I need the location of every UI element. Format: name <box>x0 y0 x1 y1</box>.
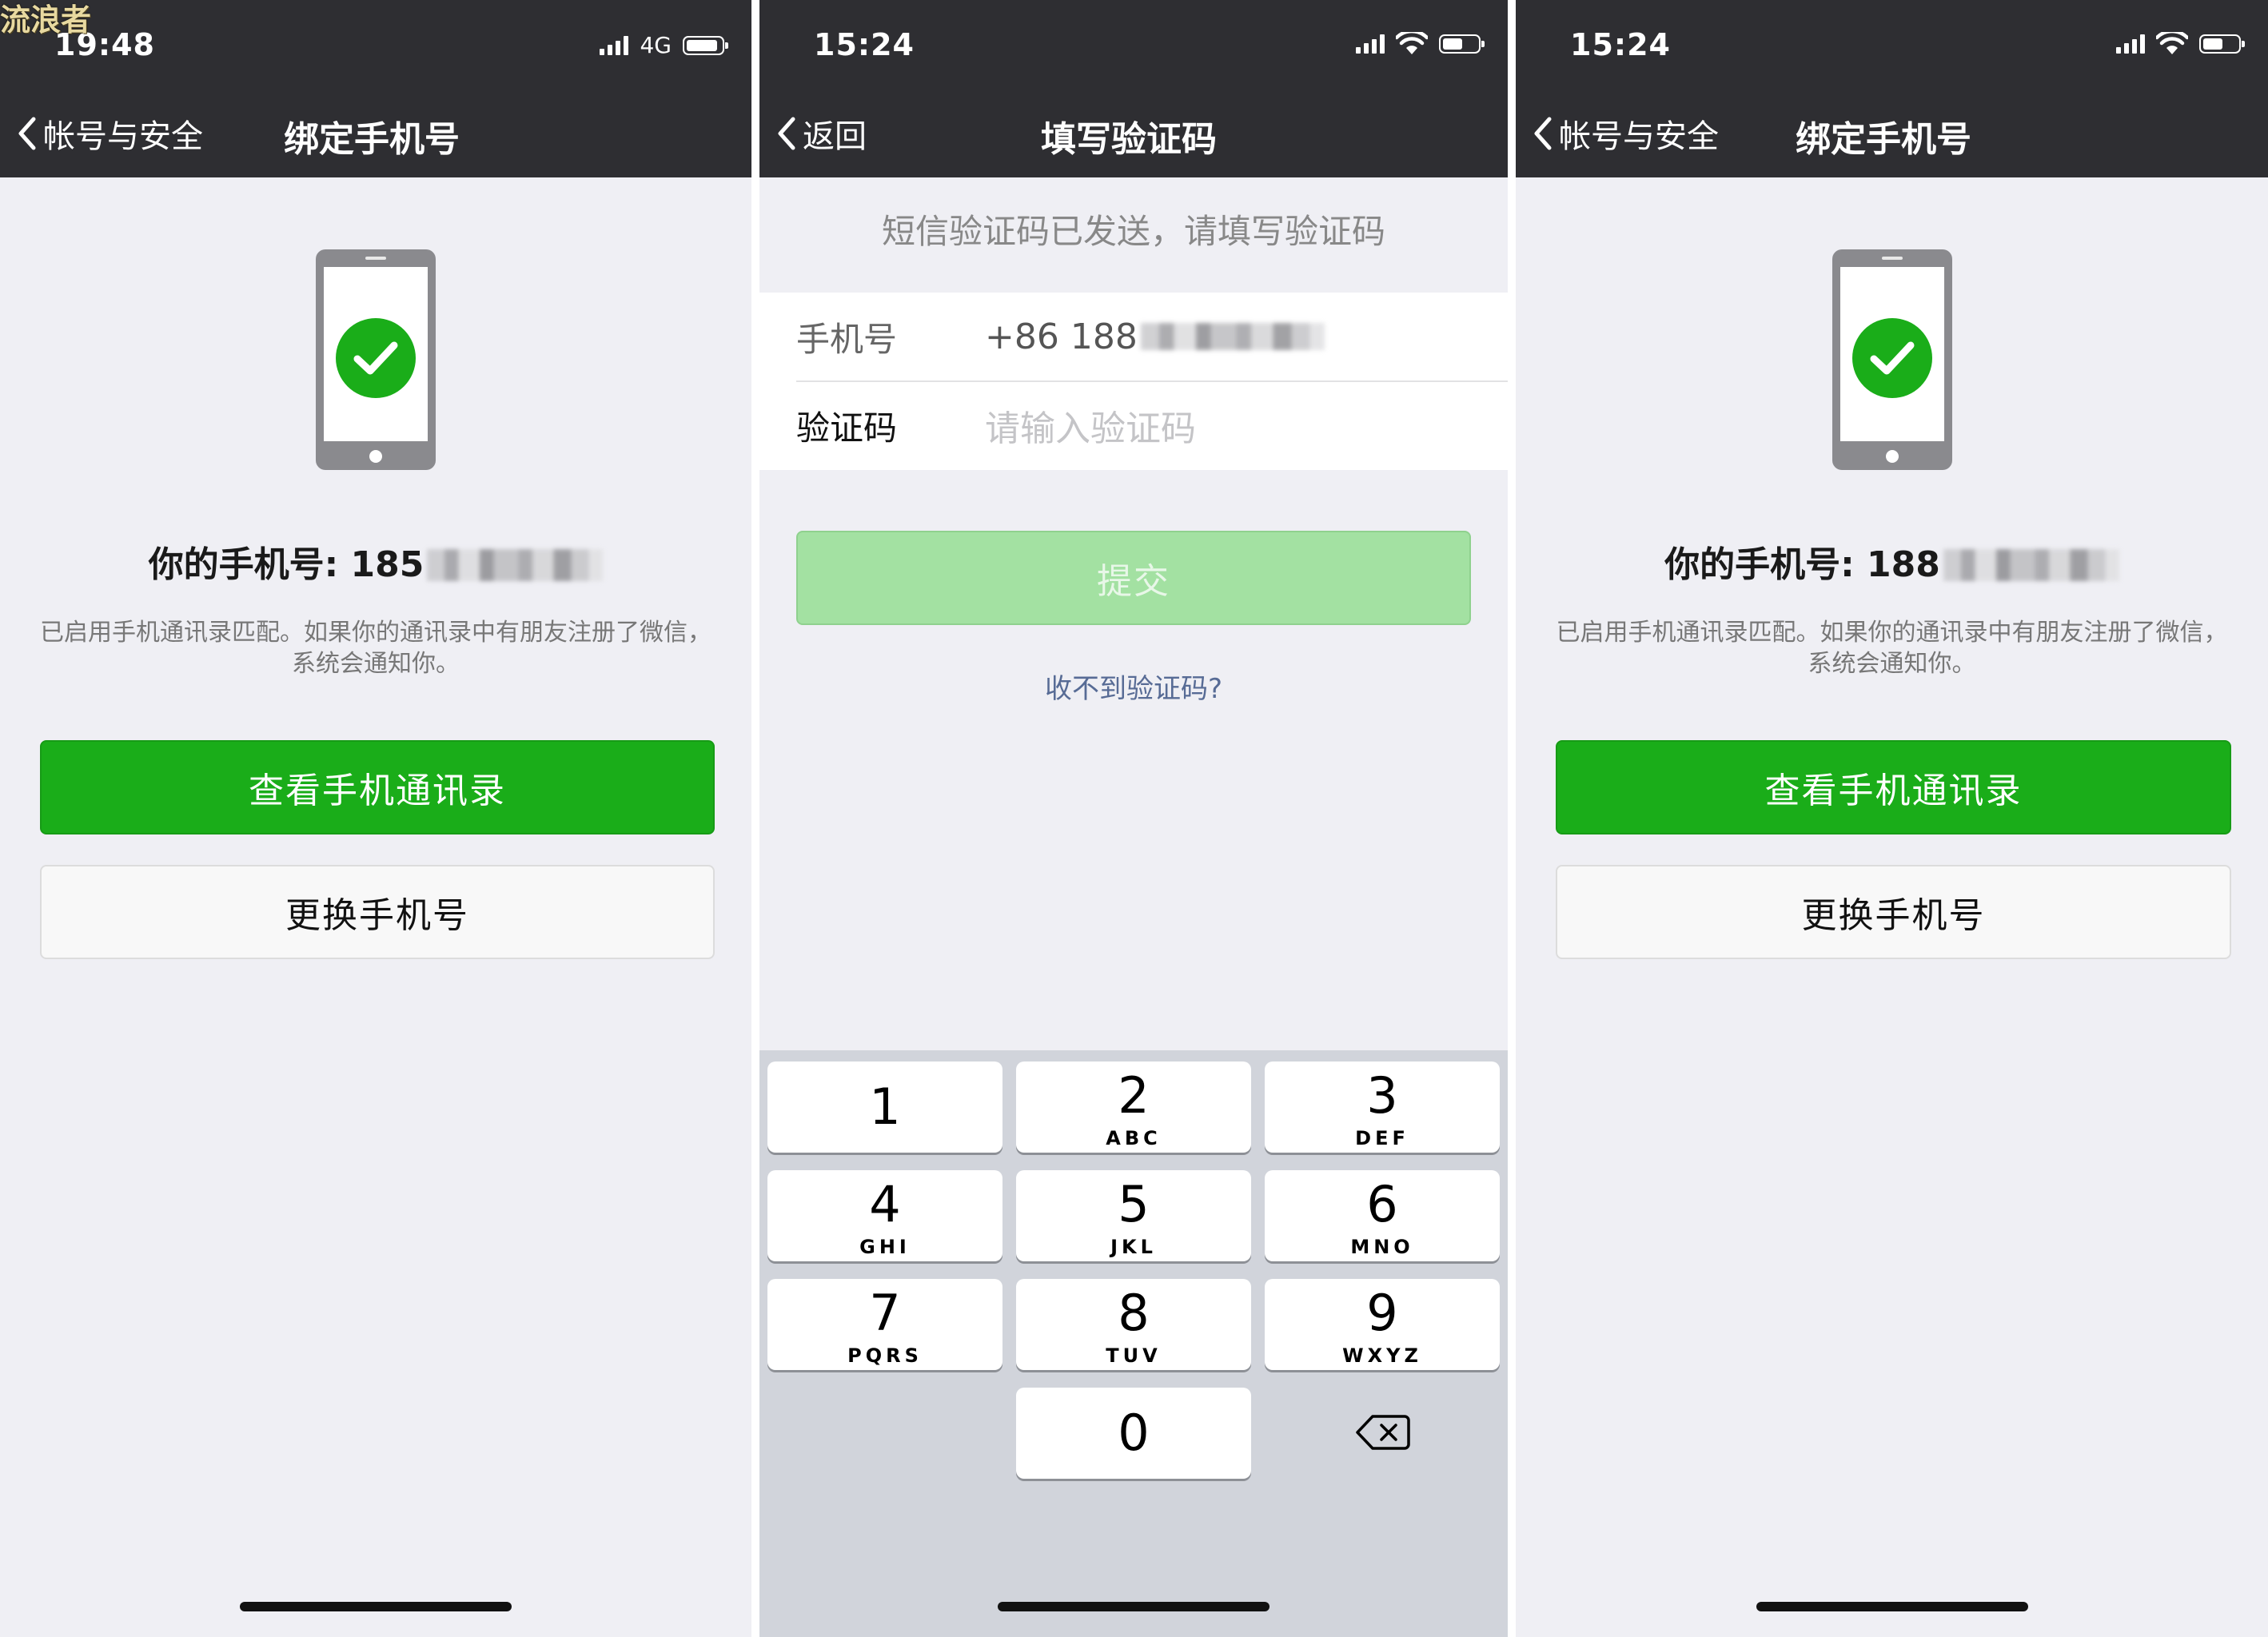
key-7[interactable]: 7 PQRS <box>767 1279 1002 1370</box>
match-description: 已启用手机通讯录匹配。如果你的通讯录中有朋友注册了微信，系统会通知你。 <box>1556 619 2228 678</box>
wifi-icon <box>2156 32 2188 54</box>
key-9[interactable]: 9 WXYZ <box>1265 1279 1500 1370</box>
status-bar: 15:24 <box>759 0 1508 78</box>
network-type: 4G <box>640 32 672 58</box>
phone-number: 185 <box>350 544 425 585</box>
back-button[interactable]: 返回 <box>775 110 867 157</box>
code-row[interactable]: 验证码 请输入验证码 <box>796 381 1508 469</box>
key-2[interactable]: 2 ABC <box>1016 1061 1251 1153</box>
wifi-icon <box>1396 32 1428 54</box>
status-time: 15:24 <box>814 27 915 62</box>
key-0[interactable]: 0 <box>1016 1388 1251 1479</box>
battery-icon <box>683 35 728 55</box>
match-description: 已启用手机通讯录匹配。如果你的通讯录中有朋友注册了微信，系统会通知你。 <box>40 619 711 678</box>
code-row-label: 验证码 <box>796 408 898 448</box>
redacted-digits <box>1943 549 2119 581</box>
home-indicator[interactable] <box>998 1602 1270 1611</box>
back-label: 帐号与安全 <box>1559 118 1719 155</box>
phone-label: 你的手机号: <box>148 544 351 585</box>
phone-number: 188 <box>1867 544 1940 585</box>
backspace-icon[interactable] <box>1355 1413 1411 1452</box>
key-3[interactable]: 3 DEF <box>1265 1061 1500 1153</box>
key-1[interactable]: 1 <box>767 1061 1002 1153</box>
numeric-keypad: 1 2 ABC 3 DEF 4 GHI 5 JKL 6 MNO 7 PQRS 8 TUV 9W… <box>759 1050 1508 1637</box>
home-indicator[interactable] <box>1756 1602 2028 1611</box>
key-6[interactable]: 6 MNO <box>1265 1170 1500 1261</box>
screen-bind-phone-right: 15:24 帐号与安全 绑定手机号 你的手机号: 188 已启用手机通讯录匹配。… <box>1516 0 2268 1637</box>
status-bar: 19:48 4G <box>0 0 751 78</box>
screen-bind-phone-left: 流浪者 19:48 4G 帐号与安全 绑定手机号 你的手机号: 185 已启用手… <box>0 0 751 1637</box>
page-title: 填写验证码 <box>1041 119 1217 160</box>
key-5[interactable]: 5 JKL <box>1016 1170 1251 1261</box>
phone-check-icon <box>1832 249 1952 470</box>
page-title: 绑定手机号 <box>1796 119 1971 160</box>
back-button[interactable]: 帐号与安全 <box>16 110 203 157</box>
verify-form: 手机号 +86 188 验证码 请输入验证码 <box>759 293 1508 470</box>
key-4[interactable]: 4 GHI <box>767 1170 1002 1261</box>
submit-button[interactable]: 提交 <box>796 531 1471 625</box>
change-phone-button[interactable]: 更换手机号 <box>1556 865 2231 959</box>
change-phone-button[interactable]: 更换手机号 <box>40 865 715 959</box>
view-contacts-button[interactable]: 查看手机通讯录 <box>40 740 715 834</box>
redacted-digits <box>1140 323 1325 350</box>
page-title: 绑定手机号 <box>284 119 460 160</box>
nav-bar: 返回 填写验证码 <box>759 78 1508 177</box>
status-time: 15:24 <box>1570 27 1671 62</box>
phone-check-icon <box>316 249 436 470</box>
signal-bars-icon <box>2116 34 2145 54</box>
phone-label: 你的手机号: <box>1664 544 1867 585</box>
redacted-digits <box>427 549 604 581</box>
phone-row: 手机号 +86 188 <box>796 293 1508 382</box>
screen-verify-code: 15:24 返回 填写验证码 短信验证码已发送，请填写验证码 手机号 +86 1… <box>759 0 1508 1637</box>
nav-bar: 帐号与安全 绑定手机号 <box>0 78 751 177</box>
watermark: 流浪者 <box>0 2 92 38</box>
chevron-left-icon <box>1534 117 1552 150</box>
chevron-left-icon <box>778 117 795 150</box>
home-indicator[interactable] <box>240 1602 512 1611</box>
my-phone-number: 你的手机号: 185 <box>0 536 751 587</box>
code-input[interactable]: 请输入验证码 <box>985 400 1196 451</box>
signal-bars-icon <box>600 35 629 55</box>
battery-icon <box>2199 34 2245 54</box>
back-label: 帐号与安全 <box>43 118 203 155</box>
no-code-link[interactable]: 收不到验证码? <box>759 667 1508 706</box>
back-label: 返回 <box>803 118 867 155</box>
phone-row-label: 手机号 <box>796 319 898 359</box>
key-8[interactable]: 8 TUV <box>1016 1279 1251 1370</box>
view-contacts-button[interactable]: 查看手机通讯录 <box>1556 740 2231 834</box>
battery-icon <box>1439 34 1485 54</box>
sms-sent-tip: 短信验证码已发送，请填写验证码 <box>881 212 1385 251</box>
status-bar: 15:24 <box>1516 0 2268 78</box>
signal-bars-icon <box>1356 34 1385 54</box>
back-button[interactable]: 帐号与安全 <box>1532 110 1719 157</box>
my-phone-number: 你的手机号: 188 <box>1516 536 2268 587</box>
phone-row-value: +86 188 <box>985 316 1138 357</box>
chevron-left-icon <box>18 117 36 150</box>
nav-bar: 帐号与安全 绑定手机号 <box>1516 78 2268 177</box>
